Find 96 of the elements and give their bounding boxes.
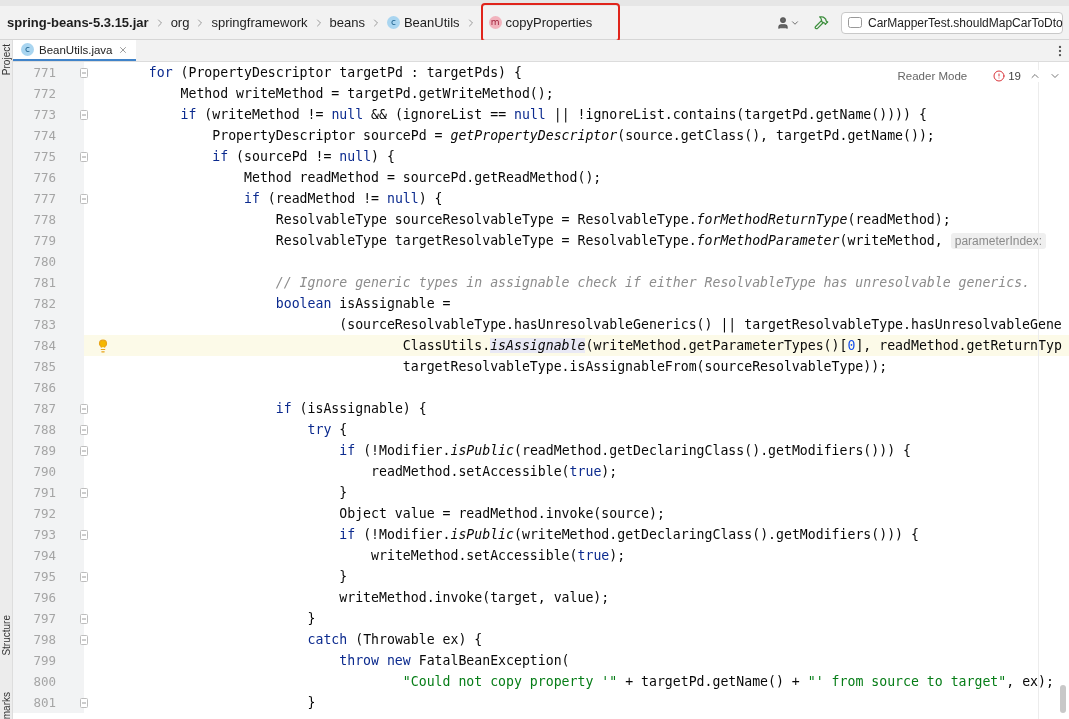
scrollbar-thumb[interactable]	[1060, 685, 1066, 713]
code-line: PropertyDescriptor sourcePd = getPropertyDescriptor(source.getClass(), targetPd.getName());	[212, 128, 935, 143]
parameter-hint: parameterIndex:	[950, 232, 1047, 249]
line-number: 782	[33, 296, 56, 311]
code-line: boolean isAssignable =	[275, 296, 451, 311]
error-icon[interactable]	[993, 70, 1006, 82]
line-number: 795	[33, 569, 56, 584]
line-number: 779	[33, 233, 56, 248]
fold-marker-icon[interactable]	[80, 109, 88, 120]
line-number: 787	[33, 401, 56, 416]
code-line: Method writeMethod = targetPd.getWriteMethod();	[180, 86, 554, 101]
line-number: 800	[33, 674, 56, 689]
line-number: 778	[33, 212, 56, 227]
line-number: 786	[33, 380, 56, 395]
fold-marker-icon[interactable]	[80, 151, 88, 162]
code-line: if (isAssignable) {	[275, 401, 427, 416]
code-line: throw new FatalBeanException(	[339, 653, 570, 668]
code-line: for (PropertyDescriptor targetPd : targetPds) {	[148, 65, 522, 80]
code-line: ResolvableType sourceResolvableType = ResolvableType.forMethodReturnType(readMethod);	[275, 212, 951, 227]
line-number: 801	[33, 695, 56, 710]
code-line: if (readMethod != null) {	[244, 191, 443, 206]
code-line: (sourceResolvableType.hasUnresolvableGenerics() || targetResolvableType.hasUnresolvableGene	[339, 317, 1062, 332]
code-line: targetResolvableType.isAssignableFrom(sourceResolvableType));	[402, 359, 888, 374]
line-number: 772	[33, 86, 56, 101]
close-icon[interactable]	[117, 44, 128, 55]
line-number: 775	[33, 149, 56, 164]
code-line: readMethod.setAccessible(true);	[371, 464, 618, 479]
line-number: 774	[33, 128, 56, 143]
line-number: 792	[33, 506, 56, 521]
line-number: 797	[33, 611, 56, 626]
code-line: }	[339, 485, 348, 500]
line-number: 791	[33, 485, 56, 500]
code-line: }	[307, 695, 316, 710]
class-icon: c	[21, 43, 34, 56]
user-icon[interactable]	[776, 15, 790, 30]
code-line: writeMethod.setAccessible(true);	[371, 548, 626, 563]
fold-marker-icon[interactable]	[80, 403, 88, 414]
code-line: if (sourcePd != null) {	[212, 149, 395, 164]
line-number: 785	[33, 359, 56, 374]
fold-marker-icon[interactable]	[80, 445, 88, 456]
tool-window-label[interactable]: marks	[0, 691, 12, 719]
line-number: 798	[33, 632, 56, 647]
fold-marker-icon[interactable]	[80, 487, 88, 498]
tool-window-label[interactable]: Project	[0, 44, 12, 76]
reader-mode-link[interactable]: Reader Mode	[897, 70, 968, 82]
breadcrumb-item[interactable]: spring-beans-5.3.15.jar	[4, 15, 152, 30]
fold-marker-icon[interactable]	[80, 193, 88, 204]
line-number: 773	[33, 107, 56, 122]
breadcrumb-item[interactable]: org	[167, 15, 193, 30]
run-config-dropdown[interactable]: CarMapperTest.shouldMapCarToDto	[841, 11, 1063, 34]
code-line: ResolvableType targetResolvableType = ResolvableType.forMethodParameter(writeMethod,	[275, 233, 943, 248]
code-line: try {	[307, 422, 348, 437]
fold-marker-icon[interactable]	[80, 67, 88, 78]
line-number: 794	[33, 548, 56, 563]
code-line: if (writeMethod != null && (ignoreList == null || !ignoreList.contains(targetPd.getName()))) {	[180, 107, 927, 122]
breadcrumb-item[interactable]: c BeanUtils	[383, 15, 463, 30]
code-line: if (!Modifier.isPublic(readMethod.getDeclaringClass().getModifiers())) {	[339, 443, 911, 458]
class-icon: c	[386, 16, 400, 29]
code-line: }	[339, 569, 348, 584]
code-line: ClassUtils.isAssignable(writeMethod.getParameterTypes()[0], readMethod.getReturnTyp	[402, 338, 1062, 353]
line-number: 788	[33, 422, 56, 437]
fold-marker-icon[interactable]	[80, 634, 88, 645]
line-number: 790	[33, 464, 56, 479]
line-number: 784	[33, 338, 56, 353]
line-number: 796	[33, 590, 56, 605]
line-number: 793	[33, 527, 56, 542]
line-number: 799	[33, 653, 56, 668]
line-number: 771	[33, 65, 56, 80]
error-count[interactable]: 19	[1008, 70, 1021, 82]
code-line: Method readMethod = sourcePd.getReadMethod();	[244, 170, 602, 185]
fold-marker-icon[interactable]	[80, 529, 88, 540]
method-icon: m	[488, 16, 502, 29]
line-number: 776	[33, 170, 56, 185]
code-line: Object value = readMethod.invoke(source);	[339, 506, 665, 521]
code-line: catch (Throwable ex) {	[307, 632, 483, 647]
line-number: 783	[33, 317, 56, 332]
editor-tab[interactable]: c BeanUtils.java	[13, 40, 136, 61]
hammer-icon[interactable]	[814, 15, 829, 30]
code-line: writeMethod.invoke(target, value);	[339, 590, 610, 605]
breadcrumb-item[interactable]: springframework	[208, 15, 311, 30]
code-line: // Ignore generic types in assignable check if either ResolvableType has unresolvable generics.	[275, 275, 1031, 290]
fold-marker-icon[interactable]	[80, 613, 88, 624]
fold-marker-icon[interactable]	[80, 571, 88, 582]
line-number: 781	[33, 275, 56, 290]
fold-marker-icon[interactable]	[80, 697, 88, 708]
tool-window-label[interactable]: Structure	[0, 615, 12, 656]
code-line: }	[307, 611, 316, 626]
fold-marker-icon[interactable]	[80, 424, 88, 435]
lightbulb-icon[interactable]	[96, 338, 110, 353]
breadcrumb-item[interactable]: beans	[326, 15, 368, 30]
line-number: 780	[33, 254, 56, 269]
config-icon	[848, 17, 862, 28]
line-number: 789	[33, 443, 56, 458]
line-number: 777	[33, 191, 56, 206]
code-line: "Could not copy property '" + targetPd.getName() + "' from source to target", ex);	[402, 674, 1054, 689]
code-line: if (!Modifier.isPublic(writeMethod.getDeclaringClass().getModifiers())) {	[339, 527, 919, 542]
